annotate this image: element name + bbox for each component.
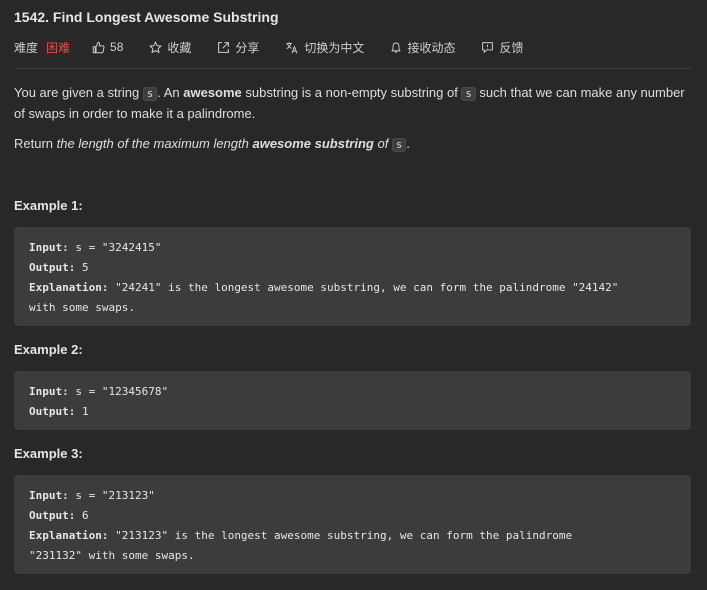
feedback-icon <box>482 41 494 53</box>
example-output-line: Output: 5 <box>29 258 677 278</box>
example-output-line: Output: 1 <box>29 402 677 422</box>
favorite-label: 收藏 <box>167 40 192 55</box>
description-emphasis: the length of the maximum length <box>56 136 253 151</box>
example-explanation-line: Explanation: "24241" is the longest awes… <box>29 278 677 298</box>
example-explanation-line: Explanation: "213123" is the longest awe… <box>29 526 677 546</box>
description-paragraph-2: Return the length of the maximum length … <box>14 134 694 155</box>
notify-label: 接收动态 <box>407 40 456 55</box>
description-text: . <box>406 136 410 151</box>
output-value: 6 <box>75 509 89 522</box>
problem-page: 1542. Find Longest Awesome Substring 难度 … <box>0 0 707 590</box>
example-explanation-line-2: "231132" with some swaps. <box>29 549 195 562</box>
difficulty-label: 难度 <box>14 40 39 55</box>
explanation-value: "24241" is the longest awesome substring… <box>108 281 619 294</box>
example-output-line: Output: 6 <box>29 506 677 526</box>
thumbs-up-icon <box>92 41 105 53</box>
explanation-value: "213123" is the longest awesome substrin… <box>108 529 573 542</box>
problem-title: 1542. Find Longest Awesome Substring <box>14 9 279 25</box>
input-label: Input: <box>29 385 69 398</box>
awesome-term: awesome <box>183 85 242 100</box>
example-3-heading: Example 3: <box>14 446 83 461</box>
example-2-box: Input: s = "12345678" Output: 1 <box>14 371 691 430</box>
explanation-label: Explanation: <box>29 529 109 542</box>
example-explanation-line-2: with some swaps. <box>29 301 135 314</box>
input-value: s = "3242415" <box>68 241 162 254</box>
inline-code-s: s <box>142 87 158 101</box>
feedback-button[interactable]: 反馈 <box>481 39 523 56</box>
favorite-button[interactable]: 收藏 <box>149 39 191 56</box>
output-label: Output: <box>29 405 76 418</box>
like-count: 58 <box>110 40 124 54</box>
description-emphasis: of <box>373 136 392 151</box>
input-value: s = "213123" <box>68 489 155 502</box>
input-value: s = "12345678" <box>68 385 169 398</box>
description-paragraph-1: You are given a string s. An awesome sub… <box>14 83 694 123</box>
problem-description: You are given a string s. An awesome sub… <box>14 83 694 166</box>
inline-code-s: s <box>391 138 407 152</box>
output-value: 5 <box>75 261 89 274</box>
example-1-heading: Example 1: <box>14 198 83 213</box>
output-label: Output: <box>29 509 76 522</box>
example-2-heading: Example 2: <box>14 342 83 357</box>
bell-icon <box>391 42 402 52</box>
description-text: substring is a non-empty substring of <box>241 85 462 100</box>
description-text: Return <box>14 136 57 151</box>
problem-meta-bar: 难度 困难 58 收藏 分享 切换为中文 接收动态 反馈 <box>14 38 549 56</box>
description-text: . An <box>157 85 184 100</box>
divider <box>14 68 691 69</box>
inline-code-s: s <box>461 87 476 101</box>
example-input-line: Input: s = "12345678" <box>29 382 677 402</box>
description-text: You are given a string <box>14 85 143 100</box>
translate-icon <box>286 41 298 53</box>
example-3-box: Input: s = "213123" Output: 6 Explanatio… <box>14 475 691 574</box>
output-value: 1 <box>75 405 89 418</box>
difficulty-badge: 困难 <box>46 40 71 55</box>
share-icon <box>218 41 230 53</box>
share-button[interactable]: 分享 <box>217 39 259 56</box>
translate-button[interactable]: 切换为中文 <box>285 39 364 56</box>
input-label: Input: <box>29 489 69 502</box>
like-button[interactable]: 58 <box>92 40 123 54</box>
star-icon <box>149 41 162 53</box>
translate-label: 切换为中文 <box>304 40 365 55</box>
example-input-line: Input: s = "213123" <box>29 486 677 506</box>
output-label: Output: <box>29 261 76 274</box>
example-1-box: Input: s = "3242415" Output: 5 Explanati… <box>14 227 691 326</box>
feedback-label: 反馈 <box>499 40 524 55</box>
share-label: 分享 <box>235 40 260 55</box>
notify-button[interactable]: 接收动态 <box>390 39 455 56</box>
explanation-label: Explanation: <box>29 281 109 294</box>
example-input-line: Input: s = "3242415" <box>29 238 677 258</box>
input-label: Input: <box>29 241 69 254</box>
description-strong-emphasis: awesome substring <box>252 136 374 151</box>
